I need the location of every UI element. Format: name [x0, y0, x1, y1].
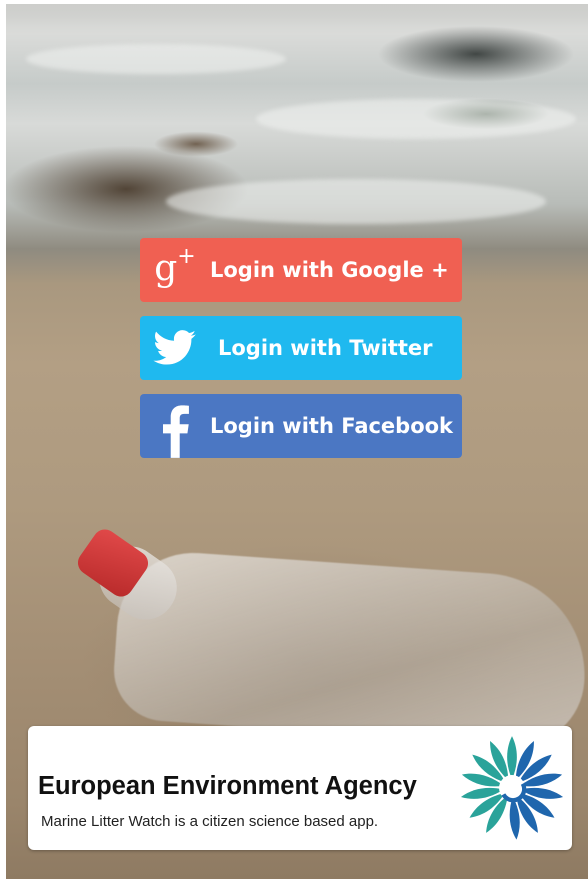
- sea-foam: [26, 44, 286, 74]
- sea-foam: [166, 179, 546, 224]
- app-screen: g+ Login with Google + Login with Twitte…: [6, 4, 588, 879]
- sea-foam: [256, 99, 576, 139]
- login-facebook-button[interactable]: Login with Facebook: [140, 394, 462, 458]
- login-google-label: Login with Google +: [210, 258, 449, 282]
- login-google-button[interactable]: g+ Login with Google +: [140, 238, 462, 302]
- app-tagline: Marine Litter Watch is a citizen science…: [41, 813, 379, 830]
- agency-name: European Environment Agency: [38, 772, 417, 800]
- login-facebook-label: Login with Facebook: [210, 414, 454, 438]
- eea-info-panel: European Environment Agency Marine Litte…: [28, 726, 572, 850]
- facebook-f-icon: [140, 394, 210, 458]
- login-twitter-label: Login with Twitter: [218, 336, 433, 360]
- google-plus-icon: g+: [154, 243, 196, 289]
- status-bar: [6, 4, 588, 26]
- twitter-bird-icon: [140, 316, 210, 380]
- eea-logo-icon: [460, 736, 564, 840]
- plastic-bottle-image: [110, 547, 588, 751]
- login-twitter-button[interactable]: Login with Twitter: [140, 316, 462, 380]
